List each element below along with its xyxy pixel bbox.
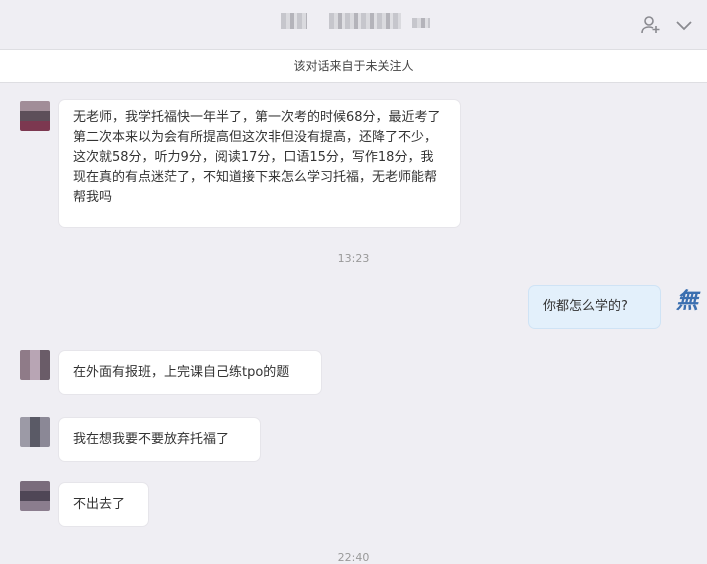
self-avatar[interactable]: 無 [672, 286, 702, 316]
chevron-down-icon[interactable] [673, 14, 695, 36]
chat-header [0, 0, 707, 48]
outgoing-message: 你都怎么学的? [529, 286, 660, 328]
incoming-message: 不出去了 [59, 483, 148, 526]
incoming-message: 无老师，我学托福快一年半了，第一次考的时候68分，最近考了第二次本来以为会有所提… [59, 100, 460, 227]
contact-avatar[interactable] [20, 350, 50, 380]
timestamp: 22:40 [337, 551, 370, 564]
add-user-icon[interactable] [640, 14, 662, 36]
contact-avatar[interactable] [20, 101, 50, 131]
incoming-message: 在外面有报班，上完课自己练tpo的题 [59, 351, 321, 394]
timestamp: 13:23 [337, 252, 370, 265]
incoming-message: 我在想我要不要放弃托福了 [59, 418, 260, 461]
blurred-contact-name-2 [329, 13, 401, 29]
blurred-contact-name [281, 13, 307, 29]
blurred-contact-suffix [412, 18, 430, 28]
contact-avatar[interactable] [20, 417, 50, 447]
contact-avatar[interactable] [20, 481, 50, 511]
unfollowed-notice: 该对话来自于未关注人 [0, 49, 707, 83]
